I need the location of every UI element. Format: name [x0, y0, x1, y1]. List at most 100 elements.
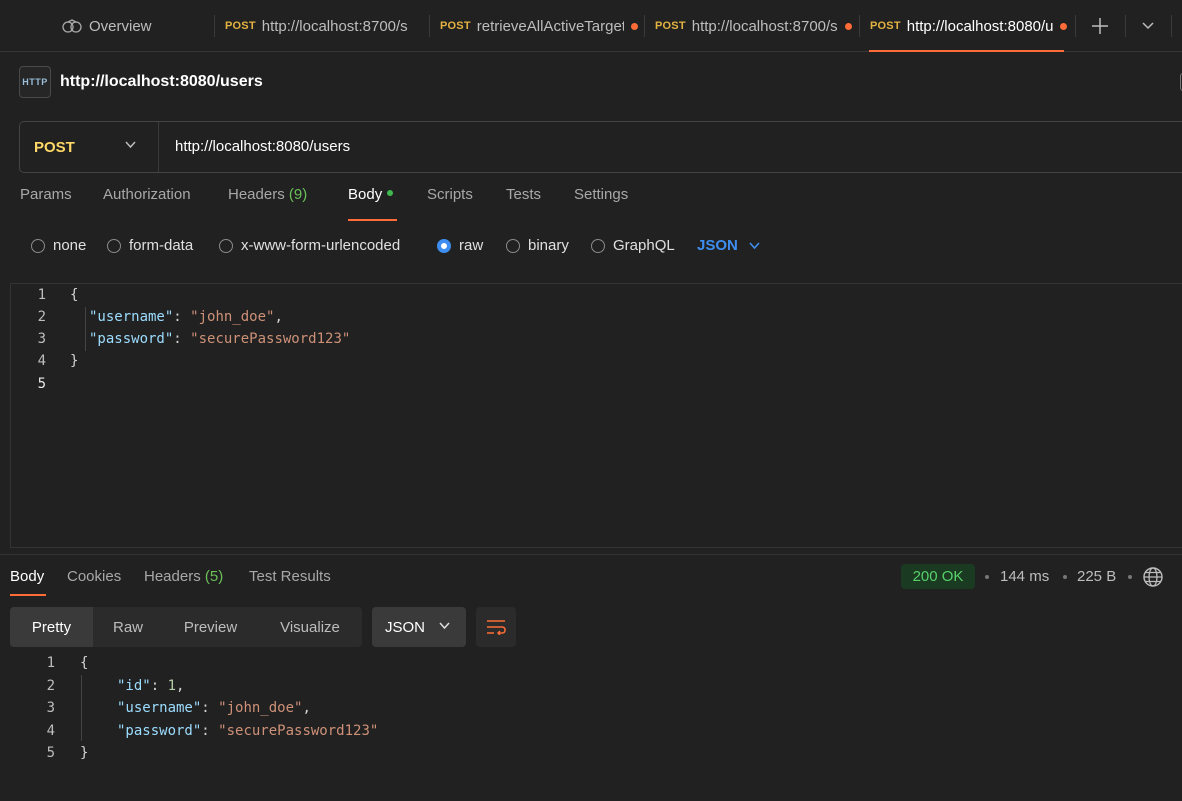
- chevron-down-icon: [749, 241, 760, 249]
- tab-headers-label: Headers: [228, 186, 285, 203]
- unsaved-dot-icon: [1059, 22, 1067, 30]
- tab-divider: [644, 15, 645, 37]
- response-tab-cookies[interactable]: Cookies: [67, 568, 121, 585]
- json-number: 1: [167, 678, 177, 694]
- code-text: }: [70, 353, 79, 369]
- radio-label: raw: [459, 237, 484, 254]
- tab-tests[interactable]: Tests: [506, 186, 541, 203]
- response-format-dropdown[interactable]: JSON: [372, 607, 466, 647]
- tab-method-tag: POST: [870, 20, 901, 32]
- radio-label: form-data: [129, 237, 194, 254]
- view-raw-button[interactable]: Raw: [93, 607, 163, 647]
- response-time[interactable]: 144 ms: [1000, 568, 1049, 585]
- overview-icon: [62, 19, 82, 33]
- json-string: "john_doe": [190, 309, 275, 325]
- tab-divider: [429, 15, 430, 37]
- wrap-lines-icon: [487, 620, 506, 635]
- line-number: 4: [46, 723, 55, 739]
- tab-overview-label: Overview: [89, 17, 152, 35]
- code-line: 1 {: [0, 652, 89, 674]
- tab-overview[interactable]: Overview: [62, 0, 212, 52]
- tab-settings[interactable]: Settings: [574, 186, 628, 203]
- response-tab-headers[interactable]: Headers (5): [144, 568, 223, 585]
- view-preview-button[interactable]: Preview: [163, 607, 258, 647]
- body-language-label: JSON: [697, 237, 738, 254]
- json-string: "securePassword123": [218, 723, 379, 739]
- tab-divider: [1125, 15, 1126, 37]
- tab-body[interactable]: Body: [348, 186, 394, 203]
- url-bar: POST http://localhost:8080/users: [19, 121, 1182, 173]
- chevron-down-icon: [125, 141, 136, 149]
- url-input[interactable]: http://localhost:8080/users: [175, 138, 350, 155]
- radio-urlencoded[interactable]: x-www-form-urlencoded: [219, 237, 400, 254]
- radio-form-data[interactable]: form-data: [107, 237, 193, 254]
- line-number: 5: [37, 376, 46, 392]
- tab-request-3[interactable]: POST http://localhost:8700/s: [655, 0, 853, 52]
- line-number: 2: [37, 309, 46, 325]
- radio-label: binary: [528, 237, 569, 254]
- code-text: "password": "securePassword123": [89, 331, 351, 347]
- status-badge[interactable]: 200 OK: [901, 564, 975, 589]
- tab-divider: [859, 15, 860, 37]
- radio-binary[interactable]: binary: [506, 237, 569, 254]
- tab-label: http://localhost:8700/s: [261, 17, 408, 35]
- line-number: 5: [46, 745, 55, 761]
- view-visualize-button[interactable]: Visualize: [258, 607, 362, 647]
- tab-request-2[interactable]: POST retrieveAllActiveTarget: [440, 0, 638, 52]
- response-divider[interactable]: [0, 554, 1182, 555]
- code-line: 5 }: [0, 742, 89, 764]
- radio-graphql[interactable]: GraphQL: [591, 237, 675, 254]
- code-line: 1 {: [0, 284, 79, 306]
- tab-method-tag: POST: [225, 20, 256, 32]
- active-tab-indicator: [869, 50, 1064, 52]
- radio-circle-icon: [591, 238, 605, 253]
- tab-divider: [1075, 15, 1076, 37]
- tab-label: retrieveAllActiveTarget: [476, 17, 624, 35]
- tab-request-1[interactable]: POST http://localhost:8700/s: [225, 0, 411, 52]
- tab-bar: Overview POST http://localhost:8700/s PO…: [0, 0, 1182, 52]
- view-pretty-button[interactable]: Pretty: [10, 607, 93, 647]
- tab-request-4[interactable]: POST http://localhost:8080/u: [870, 0, 1070, 52]
- separator-dot: [985, 575, 989, 579]
- separator-dot: [1063, 575, 1067, 579]
- headers-count: (9): [288, 186, 308, 203]
- response-tab-test-results[interactable]: Test Results: [249, 568, 331, 585]
- radio-none[interactable]: none: [31, 237, 86, 254]
- response-view-switcher: Pretty Raw Preview Visualize: [10, 607, 362, 647]
- radio-circle-icon: [107, 238, 121, 253]
- tab-divider: [1171, 15, 1172, 37]
- method-label: POST: [34, 138, 75, 156]
- request-title[interactable]: http://localhost:8080/users: [60, 73, 263, 91]
- radio-raw[interactable]: raw: [437, 237, 483, 254]
- method-dropdown[interactable]: POST: [20, 122, 159, 172]
- code-text: }: [80, 745, 89, 761]
- radio-label: x-www-form-urlencoded: [241, 237, 401, 254]
- line-number: 4: [37, 353, 46, 369]
- response-tab-body[interactable]: Body: [10, 568, 44, 585]
- response-size[interactable]: 225 B: [1077, 568, 1116, 585]
- plus-icon[interactable]: [1091, 17, 1109, 35]
- code-text: {: [70, 287, 79, 303]
- tab-label: http://localhost:8700/s: [691, 17, 838, 35]
- json-key: "password": [117, 723, 202, 739]
- tab-authorization[interactable]: Authorization: [103, 186, 191, 203]
- chevron-down-icon[interactable]: [1141, 21, 1155, 31]
- separator-dot: [1128, 575, 1132, 579]
- code-line: 4 "password": "securePassword123": [0, 720, 379, 742]
- body-language-dropdown[interactable]: JSON: [697, 237, 761, 254]
- tab-params[interactable]: Params: [20, 186, 72, 203]
- tab-body-label: Body: [348, 186, 383, 203]
- line-number: 1: [37, 287, 46, 303]
- line-number: 2: [46, 678, 55, 694]
- line-number: 3: [46, 700, 55, 716]
- tab-headers[interactable]: Headers (9): [228, 186, 307, 203]
- globe-icon[interactable]: [1142, 566, 1164, 588]
- response-tab-headers-label: Headers: [144, 568, 201, 585]
- json-string: "john_doe": [218, 700, 303, 716]
- code-text: "username": "john_doe",: [117, 700, 311, 716]
- wrap-lines-button[interactable]: [476, 607, 516, 647]
- code-line: 5: [0, 373, 46, 395]
- line-number: 3: [37, 331, 46, 347]
- radio-circle-icon: [219, 238, 233, 253]
- tab-scripts[interactable]: Scripts: [427, 186, 473, 203]
